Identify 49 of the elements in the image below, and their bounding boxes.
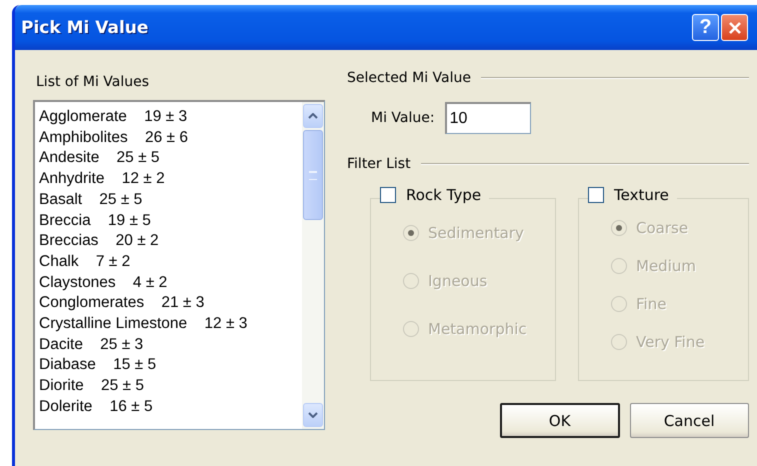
radio-button[interactable] [611,296,627,312]
radio-button[interactable] [611,220,627,236]
list-item[interactable]: Anhydrite 12 ± 2 [39,169,302,190]
radio-label: Coarse [636,219,688,237]
list-item[interactable]: Breccia 19 ± 5 [39,210,302,232]
list-item[interactable]: Dacite 25 ± 3 [39,334,302,356]
window-title: Pick Mi Value [21,18,148,38]
checkbox[interactable] [588,187,604,203]
radio-label: Metamorphic [428,320,527,338]
list-item[interactable]: Amphibolites 26 ± 6 [39,128,302,148]
section-heading: Selected Mi Value [347,70,472,86]
list-item[interactable]: Andesite 25 ± 5 [39,148,302,170]
radio-button[interactable] [403,273,419,289]
radio-label: Very Fine [636,333,705,351]
caret-up-icon [308,113,318,119]
group-label: Rock Type [406,186,482,204]
scroll-down-button[interactable] [303,403,323,427]
list-item[interactable]: Claystones 4 ± 2 [39,272,302,294]
radio-button[interactable] [611,334,627,350]
radio-button[interactable] [403,321,419,337]
checkbox[interactable] [380,187,396,203]
close-button[interactable] [721,14,748,41]
list-item[interactable]: Crystalline Limestone 12 ± 3 [39,314,302,335]
field-label: Mi Value: [371,110,435,126]
ok-button[interactable]: OK [500,403,620,438]
close-icon [728,20,742,34]
radio-label: Igneous [428,272,488,290]
list-item[interactable]: Conglomerates 21 ± 3 [39,293,302,314]
radio-button[interactable] [611,258,627,274]
list-item[interactable]: Chalk 7 ± 2 [39,252,302,273]
radio-label: Fine [636,295,666,313]
list-label: List of Mi Values [35,73,150,90]
scroll-up-button[interactable] [303,104,323,128]
list-item[interactable]: Dolerite 16 ± 5 [39,396,302,418]
list-item[interactable]: Agglomerate 19 ± 3 [39,107,302,128]
radio-label: Sedimentary [428,224,524,242]
caret-down-icon [308,412,318,418]
mi-value-field[interactable]: 10 [444,102,531,134]
list-item[interactable]: Breccias 20 ± 2 [39,231,302,252]
cancel-button[interactable]: Cancel [630,403,749,438]
list-item[interactable]: Basalt 25 ± 5 [39,190,302,211]
scrollbar[interactable] [302,102,324,429]
group-label: Texture [614,186,669,204]
scroll-thumb[interactable] [303,130,323,220]
radio-button[interactable] [403,225,419,241]
list-item[interactable]: Diorite 25 ± 5 [39,376,302,397]
section-heading: Filter List [347,156,411,172]
list-item[interactable]: Diabase 15 ± 5 [39,355,302,376]
radio-label: Medium [636,257,696,275]
